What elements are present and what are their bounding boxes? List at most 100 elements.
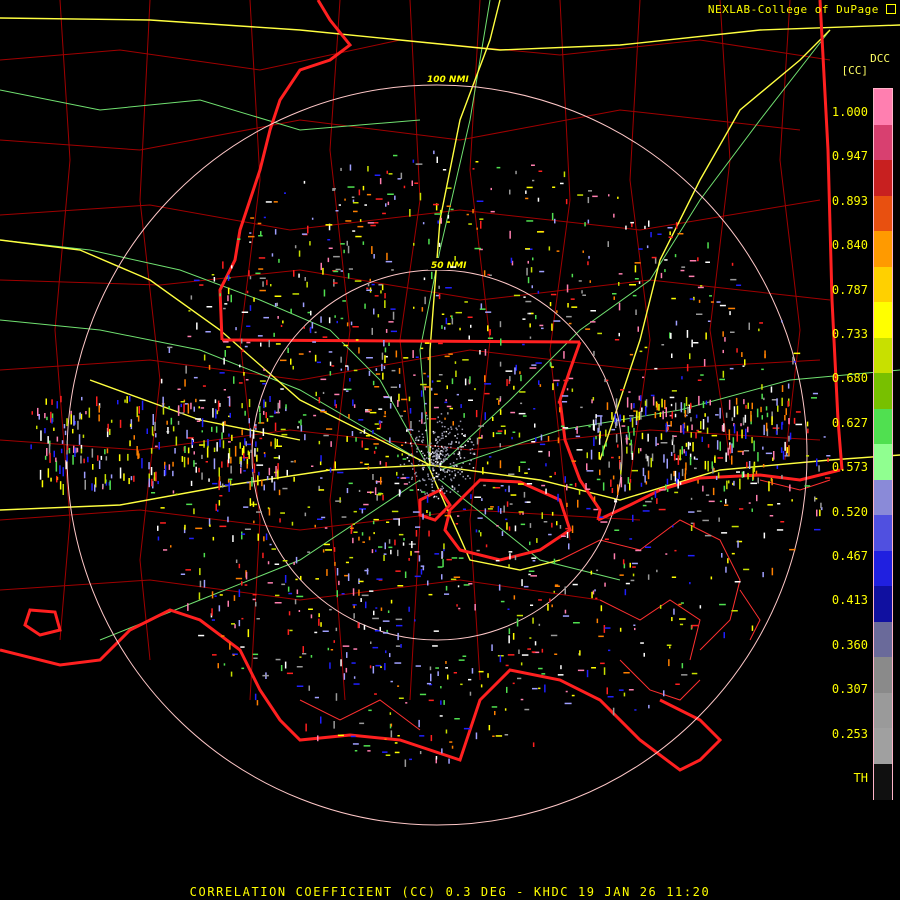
echo-pixel [248,270,250,277]
echo-pixel [325,224,333,226]
echo-pixel [443,543,445,550]
echo-pixel [504,708,507,711]
echo-pixel [151,492,156,494]
echo-pixel [110,474,113,479]
echo-pixel [742,365,745,367]
echo-pixel [250,449,252,453]
echo-pixel [606,379,609,382]
echo-pixel [454,474,457,477]
echo-pixel [384,663,386,671]
echo-pixel [424,387,426,391]
echo-pixel [342,300,346,302]
echo-pixel [792,356,794,365]
echo-pixel [422,513,424,520]
echo-pixel [520,698,524,701]
echo-pixel [438,293,441,300]
echo-pixel [265,412,267,419]
echo-pixel [349,164,352,171]
echo-pixel [435,475,437,478]
echo-pixel [628,689,634,691]
echo-pixel [294,245,297,249]
echo-pixel [458,659,465,661]
echo-pixel [403,410,406,412]
echo-pixel [496,398,499,400]
echo-pixel [761,368,764,371]
echo-pixel [807,428,809,434]
echo-pixel [250,217,255,219]
echo-pixel [705,332,707,340]
echo-pixel [424,458,426,460]
echo-pixel [190,402,192,410]
echo-pixel [252,429,255,439]
echo-pixel [724,504,729,506]
echo-pixel [196,322,198,330]
echo-pixel [387,610,390,613]
echo-pixel [522,415,527,417]
echo-pixel [442,459,445,461]
echo-pixel [728,399,731,410]
echo-pixel [742,451,744,455]
echo-pixel [357,225,364,228]
arrow-corner-icon [886,4,896,14]
echo-pixel [223,341,229,343]
echo-pixel [531,557,537,559]
echo-pixel [458,484,460,486]
echo-pixel [153,477,156,481]
echo-pixel [199,568,201,576]
echo-pixel [183,456,186,468]
echo-pixel [448,353,453,355]
echo-pixel [619,462,622,471]
legend-tick-label: 0.307 [831,682,868,697]
echo-pixel [424,342,430,344]
echo-pixel [495,735,503,737]
echo-pixel [401,453,403,456]
echo-pixel [458,607,461,610]
echo-pixel [453,469,456,472]
echo-pixel [517,483,524,485]
echo-pixel [490,210,495,213]
echo-pixel [537,197,540,202]
echo-pixel [231,434,233,441]
echo-pixel [325,469,329,471]
echo-pixel [638,395,641,401]
echo-pixel [565,199,568,205]
echo-pixel [406,429,408,431]
echo-pixel [397,685,400,687]
echo-pixel [446,385,448,390]
echo-pixel [252,501,255,507]
echo-pixel [254,426,257,428]
echo-pixel [618,689,624,691]
echo-pixel [611,488,614,493]
echo-pixel [433,203,439,206]
echo-pixel [590,310,596,312]
echo-pixel [214,595,217,597]
echo-pixel [424,296,426,305]
echo-pixel [353,210,358,213]
echo-pixel [693,522,695,528]
echo-pixel [586,507,591,510]
echo-pixel [518,511,524,513]
echo-pixel [641,407,643,412]
echo-pixel [450,428,453,430]
echo-pixel [631,223,633,228]
echo-pixel [424,493,426,495]
echo-pixel [645,453,647,459]
echo-pixel [454,361,457,364]
echo-pixel [664,399,666,409]
echo-pixel [442,434,444,437]
echo-pixel [56,401,58,409]
echo-pixel [297,426,299,429]
echo-pixel [480,220,482,229]
echo-pixel [401,398,408,401]
echo-pixel [447,428,450,430]
echo-pixel [301,233,308,235]
echo-pixel [468,335,470,340]
echo-pixel [633,427,635,436]
echo-pixel [654,491,657,498]
echo-pixel [351,431,354,436]
echo-pixel [398,697,404,699]
echo-pixel [375,549,377,553]
echo-pixel [435,438,437,440]
echo-pixel [702,519,709,522]
echo-pixel [268,467,271,476]
